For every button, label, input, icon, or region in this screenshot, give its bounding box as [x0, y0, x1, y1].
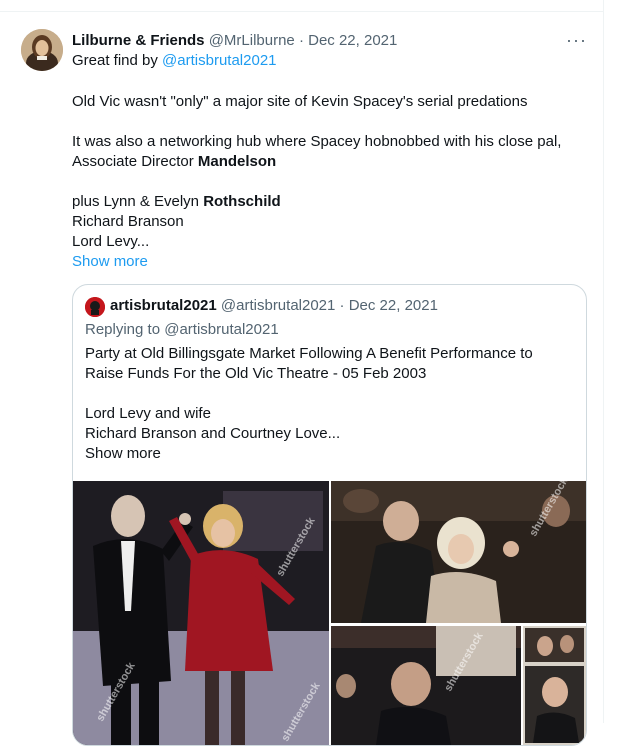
tweet-header: Lilburne & Friends @MrLilburne · Dec 22,… [72, 31, 397, 51]
quoted-line: Raise Funds For the Old Vic Theatre - 05… [85, 365, 427, 382]
photo-dancing[interactable]: shutterstock shutterstock shutterstock [73, 481, 329, 745]
photo-lord-levy[interactable]: shutterstock [331, 626, 521, 745]
author-avatar[interactable] [21, 29, 63, 71]
quoted-date[interactable]: Dec 22, 2021 [349, 297, 438, 314]
replying-prefix: Replying to [85, 321, 165, 338]
show-more-link[interactable]: Show more [72, 252, 148, 272]
quoted-author-name[interactable]: artisbrutal2021 [110, 297, 217, 314]
separator-dot: · [339, 297, 345, 314]
divider [0, 11, 603, 12]
tweet-line: Great find by @artisbrutal2021 [72, 51, 277, 71]
replying-to: Replying to @artisbrutal2021 [85, 320, 279, 340]
photo-image [523, 626, 586, 745]
tweet-line: plus Lynn & Evelyn Rothschild [72, 192, 281, 212]
quoted-line: Lord Levy and wife [85, 405, 211, 422]
bold-text: Mandelson [197, 153, 277, 170]
avatar-graphic-icon [85, 297, 105, 317]
quoted-author-handle[interactable]: @artisbrutal2021 [221, 297, 335, 314]
replying-handle[interactable]: @artisbrutal2021 [164, 321, 278, 338]
quoted-show-more-link[interactable]: Show more [85, 444, 161, 464]
more-options-icon[interactable]: ··· [566, 30, 587, 51]
tweet-date[interactable]: Dec 22, 2021 [308, 32, 397, 49]
mention-link[interactable]: @artisbrutal2021 [162, 52, 276, 69]
tweet-line: Richard Branson [72, 213, 184, 230]
tweet-container[interactable]: Lilburne & Friends @MrLilburne · Dec 22,… [0, 0, 604, 746]
text-fragment: plus Lynn & Evelyn [72, 193, 204, 210]
photo-collage[interactable] [523, 626, 586, 745]
text-fragment: Great find by [72, 52, 163, 69]
photo-image [331, 626, 521, 745]
quoted-line: Party at Old Billingsgate Market Followi… [85, 345, 533, 362]
tweet-line: Lord Levy... [72, 233, 150, 250]
bold-text: Rothschild [203, 193, 281, 210]
quoted-author-avatar[interactable] [85, 297, 105, 317]
quoted-tweet[interactable]: artisbrutal2021 @artisbrutal2021 · Dec 2… [72, 284, 587, 746]
author-handle[interactable]: @MrLilburne [209, 32, 295, 49]
tweet-line: Associate Director Mandelson [72, 152, 276, 172]
quoted-header: artisbrutal2021 @artisbrutal2021 · Dec 2… [110, 296, 438, 316]
separator-dot: · [298, 32, 304, 49]
avatar-portrait-icon [21, 29, 63, 71]
photo-branson-love[interactable]: shutterstock [331, 481, 586, 623]
tweet-line: Old Vic wasn't "only" a major site of Ke… [72, 93, 528, 110]
text-fragment: Associate Director [72, 153, 198, 170]
author-name[interactable]: Lilburne & Friends [72, 32, 205, 49]
tweet-line: It was also a networking hub where Space… [72, 133, 562, 150]
quoted-line: Richard Branson and Courtney Love... [85, 425, 341, 442]
